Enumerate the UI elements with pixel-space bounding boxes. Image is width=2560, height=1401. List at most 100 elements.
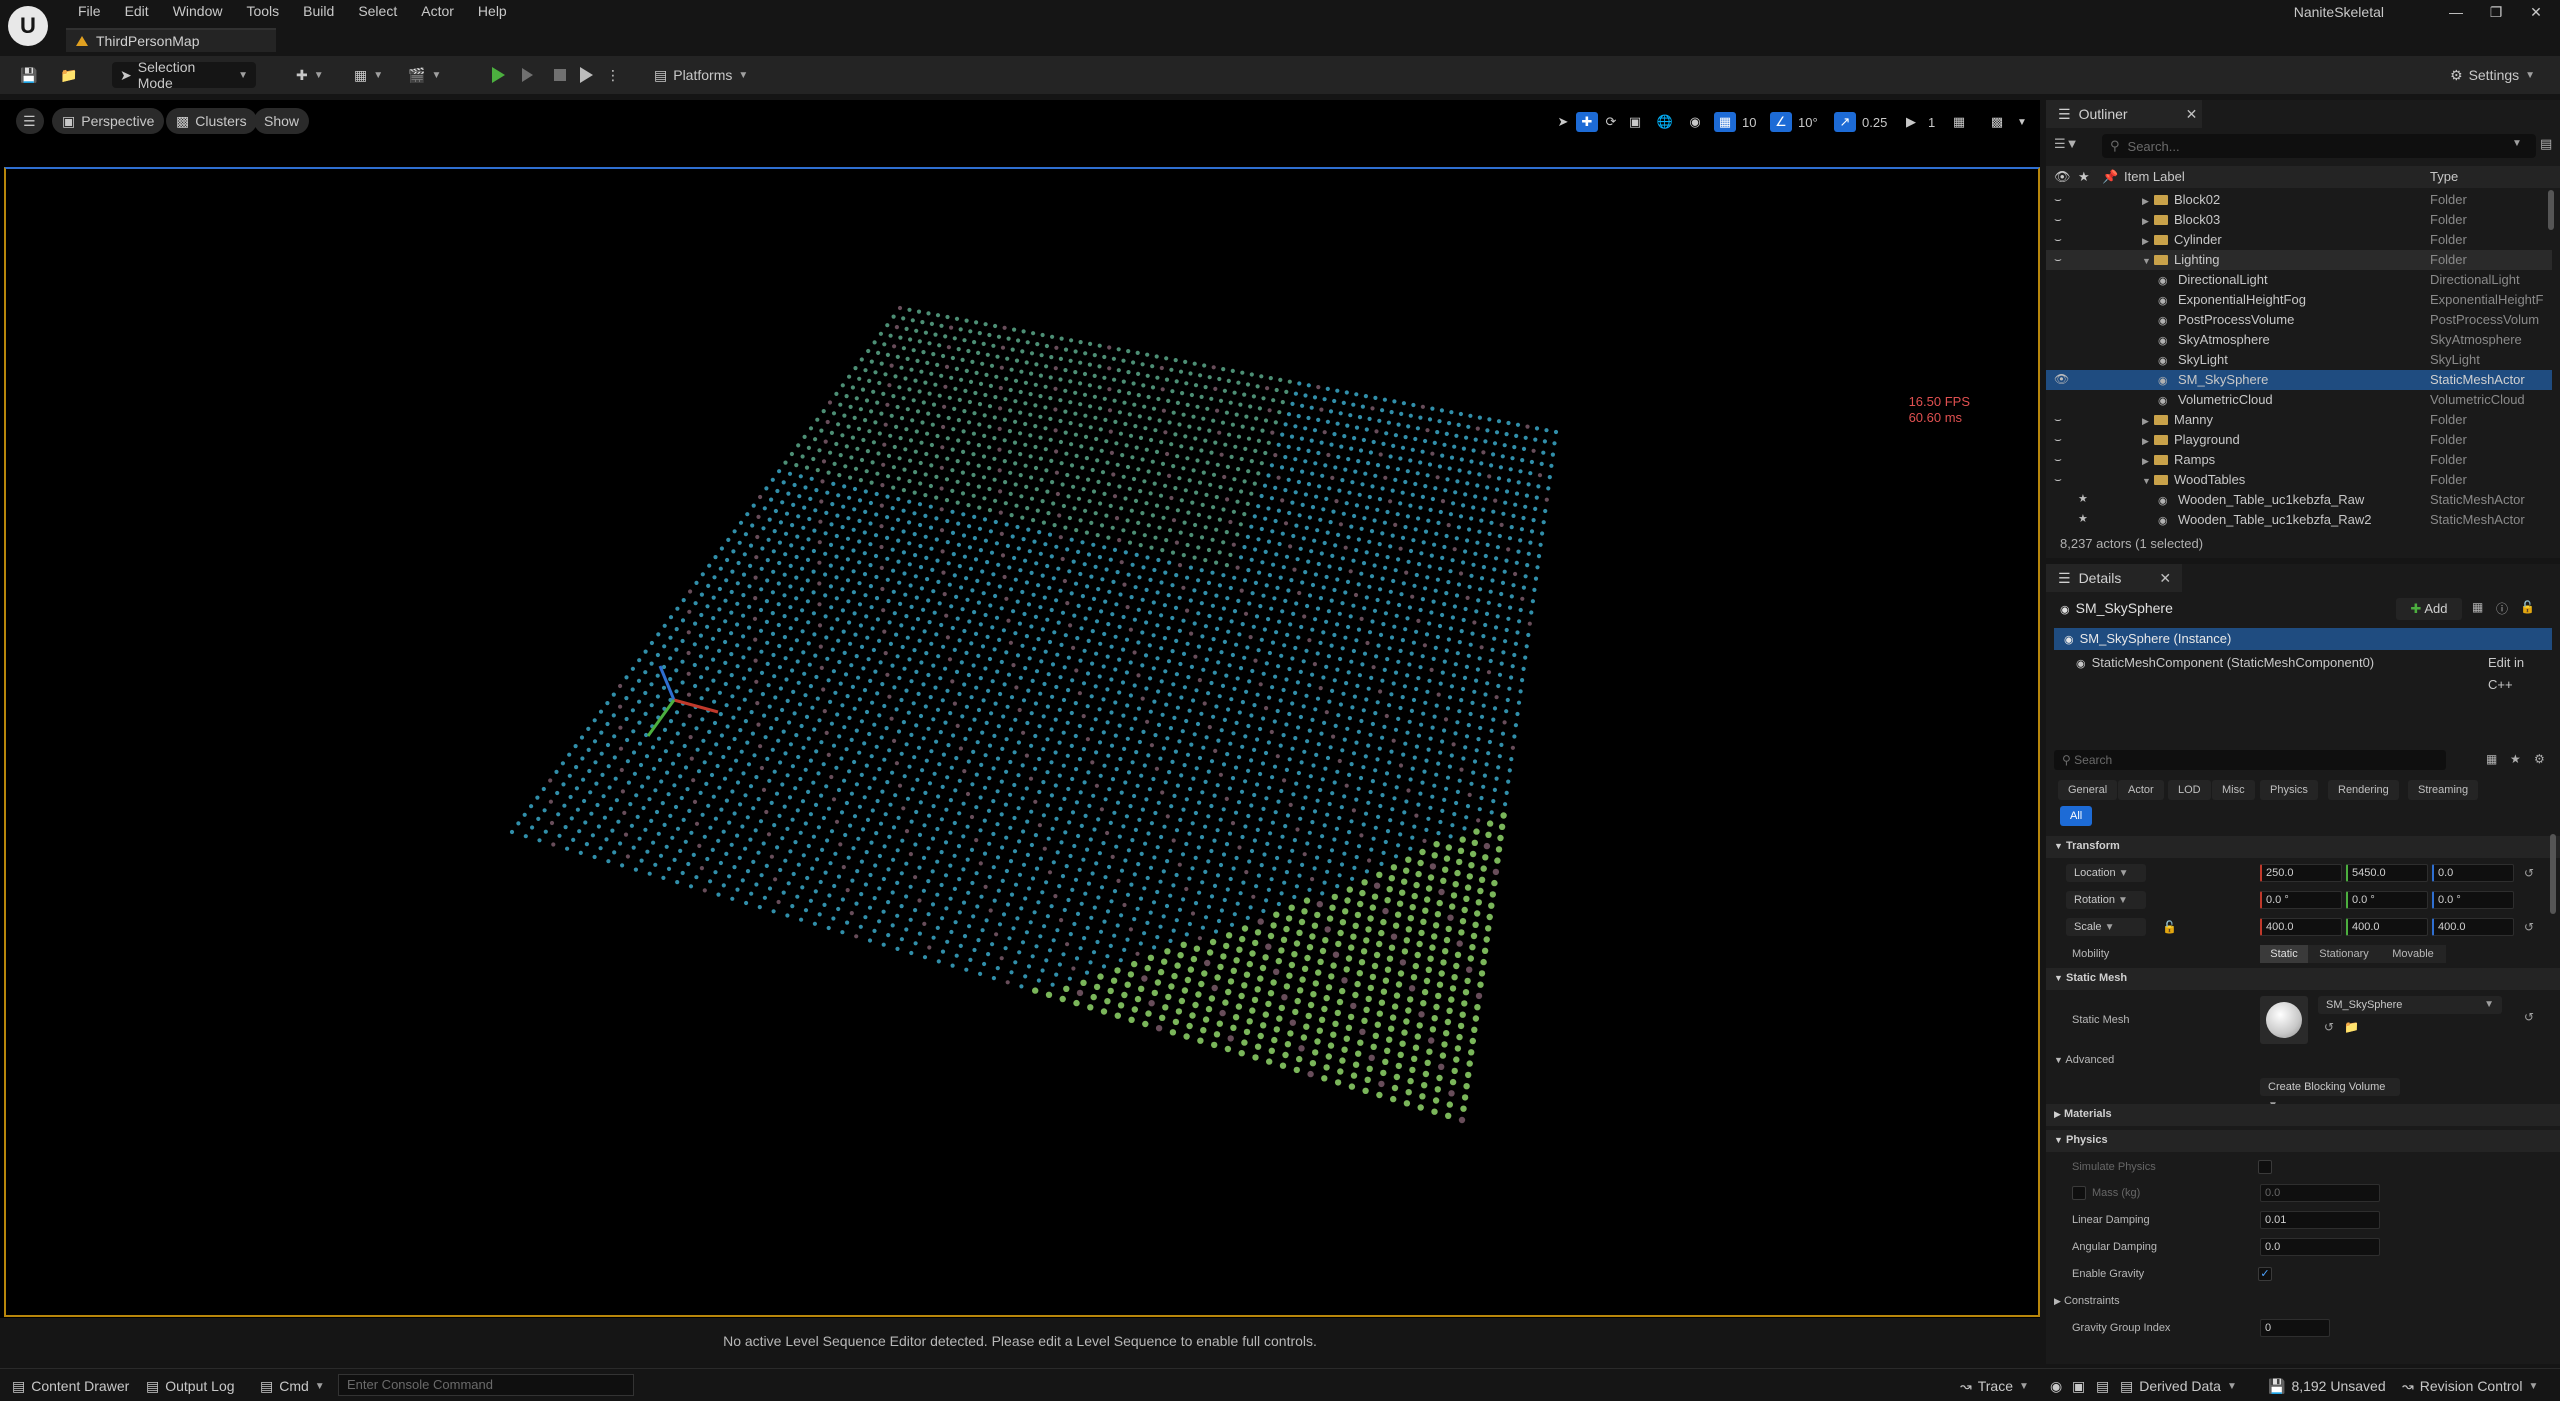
rotation-x-field[interactable]: 0.0 ° [2260,891,2342,909]
gear-icon[interactable]: ⚙ [2534,752,2545,766]
platforms-button[interactable]: ▤ Platforms ▼ [646,62,756,88]
chevron-right-icon[interactable]: ▶ [2142,436,2154,447]
scale-y-field[interactable]: 400.0 [2346,918,2428,936]
details-scrollbar[interactable] [2550,834,2556,914]
outliner-search-input[interactable]: ⚲ Search... [2102,134,2536,158]
cat-rendering[interactable]: Rendering [2328,780,2399,800]
star-icon[interactable]: ★ [2078,512,2088,525]
scale-snap-icon[interactable]: ↗ [1834,112,1856,132]
record-icon[interactable]: ◉ [2044,1375,2068,1397]
cmd-dropdown[interactable]: ▤ Cmd ▼ [254,1375,331,1397]
scale-dropdown[interactable]: Scale ▼ [2066,918,2146,936]
content-drawer-button[interactable]: ▤ Content Drawer [6,1375,135,1397]
play-button[interactable] [484,62,513,88]
mobility-movable[interactable]: Movable [2380,945,2446,963]
visibility-icon[interactable]: ⌣ [2054,412,2062,427]
reset-icon[interactable]: ↺ [2524,1010,2534,1024]
chevron-right-icon[interactable]: ▶ [2142,236,2154,247]
cat-actor[interactable]: Actor [2118,780,2164,800]
transform-section[interactable]: ▼ Transform [2046,836,2560,858]
unsaved-button[interactable]: 💾 8,192 Unsaved [2262,1375,2392,1397]
chevron-right-icon[interactable]: ▶ [2142,416,2154,427]
perspective-button[interactable]: ▣ Perspective [52,108,165,134]
derived-data-button[interactable]: ▤ Derived Data ▼ [2104,1375,2243,1397]
menu-help[interactable]: Help [466,0,519,22]
linear-damping-field[interactable]: 0.01 [2260,1211,2380,1229]
maximize-viewport-icon[interactable]: ▦ [1948,112,1970,132]
visibility-icon[interactable]: ⌣ [2054,192,2062,207]
visibility-icon[interactable]: ⌣ [2054,232,2062,247]
materials-section[interactable]: ▶ Materials [2046,1104,2560,1126]
simulate-physics-checkbox[interactable] [2258,1160,2272,1174]
rotation-z-field[interactable]: 0.0 ° [2432,891,2514,909]
grid-view-icon[interactable]: ▦ [2486,752,2497,766]
lock-icon[interactable]: 🔓 [2520,600,2535,614]
cinematics-icon[interactable]: 🎬 ▼ [400,62,449,88]
outliner-row[interactable]: ⌣ ▼ Lighting Folder [2046,250,2552,270]
menu-window[interactable]: Window [161,0,235,22]
stop-button[interactable] [546,62,574,88]
add-content-icon[interactable]: ✚ ▼ [288,62,332,88]
gravity-group-field[interactable]: 0 [2260,1319,2330,1337]
blueprint-icon[interactable]: ▦ ▼ [346,62,391,88]
help-icon[interactable]: ⓘ [2496,600,2508,617]
visibility-icon[interactable]: ⌣ [2054,252,2062,267]
star-icon[interactable]: ★ [2510,752,2521,766]
select-tool-icon[interactable]: ➤ [1552,112,1574,132]
mesh-thumbnail[interactable] [2260,996,2308,1044]
outliner-row[interactable]: ★ ◉ Wooden_Table_uc1kebzfa_Raw StaticMeshAc… [2046,490,2552,510]
component-row[interactable]: ◉ StaticMeshComponent (StaticMeshComponen… [2076,652,2552,692]
folder-icon[interactable]: 📁 [2344,1020,2359,1034]
outliner-row[interactable]: ⌣ ▼ WoodTables Folder [2046,470,2552,490]
menu-file[interactable]: File [66,0,113,22]
outliner-row[interactable]: ◉ ExponentialHeightFog ExponentialHeightF [2046,290,2552,310]
close-icon[interactable]: ✕ [2159,570,2171,587]
visibility-icon[interactable]: ⌣ [2054,472,2062,487]
chevron-down-icon[interactable]: ▼ [2512,138,2522,149]
settings-button[interactable]: ⚙ Settings ▼ [2442,62,2543,88]
rotation-dropdown[interactable]: Rotation ▼ [2066,891,2146,909]
location-x-field[interactable]: 250.0 [2260,864,2342,882]
outliner-row[interactable]: ◉ DirectionalLight DirectionalLight [2046,270,2552,290]
world-space-icon[interactable]: 🌐 [1654,112,1676,132]
chevron-right-icon[interactable]: ▶ [2142,456,2154,467]
reset-icon[interactable]: ↺ [2524,920,2534,934]
menu-edit[interactable]: Edit [113,0,161,22]
play-options-icon[interactable]: ⋮ [598,62,628,88]
visibility-icon[interactable]: ⌣ [2054,432,2062,447]
lock-icon[interactable]: 🔓 [2162,920,2177,934]
mass-override-checkbox[interactable] [2072,1186,2086,1200]
physics-section[interactable]: ▼ Physics [2046,1130,2560,1152]
output-log-button[interactable]: ▤ Output Log [140,1375,241,1397]
console-input[interactable]: Enter Console Command [338,1374,634,1396]
cat-physics[interactable]: Physics [2260,780,2318,800]
rotation-snap-icon[interactable]: ∠ [1770,112,1792,132]
outliner-row[interactable]: ⌣ ▶ Ramps Folder [2046,450,2552,470]
col-item-label[interactable]: Item Label [2124,169,2185,184]
scale-tool-icon[interactable]: ▣ [1624,112,1646,132]
cat-misc[interactable]: Misc [2212,780,2255,800]
cat-all[interactable]: All [2060,806,2093,826]
outliner-row[interactable]: ★ ◉ Wooden_Table_uc1kebzfa_Raw2 StaticMeshA… [2046,510,2552,530]
outliner-row[interactable]: ◉ VolumetricCloud VolumetricCloud [2046,390,2552,410]
chevron-down-icon[interactable]: ▼ [2142,256,2154,266]
chevron-right-icon[interactable]: ▶ [2142,216,2154,227]
camera-speed-value[interactable]: 1 [1924,112,1939,132]
add-component-button[interactable]: ✚ Add [2396,598,2462,620]
save-icon[interactable]: 💾 [12,62,45,88]
location-z-field[interactable]: 0.0 [2432,864,2514,882]
translate-tool-icon[interactable]: ✚ [1576,112,1598,132]
col-type[interactable]: Type [2430,169,2458,184]
menu-select[interactable]: Select [346,0,409,22]
selection-mode-button[interactable]: ➤ Selection Mode ▼ [112,59,256,91]
rotate-tool-icon[interactable]: ⟳ [1600,112,1622,132]
menu-tools[interactable]: Tools [234,0,291,22]
close-icon[interactable]: ✕ [2186,106,2198,123]
unreal-logo-icon[interactable]: U [8,6,48,46]
star-icon[interactable]: ★ [2078,492,2088,505]
mobility-static[interactable]: Static [2260,945,2308,963]
outliner-row[interactable]: ⌣ ▶ Manny Folder [2046,410,2552,430]
scale-snap-value[interactable]: 0.25 [1858,112,1891,132]
create-blocking-volume-button[interactable]: Create Blocking Volume ▼ [2260,1078,2400,1111]
visibility-icon[interactable]: ⌣ [2054,212,2062,227]
